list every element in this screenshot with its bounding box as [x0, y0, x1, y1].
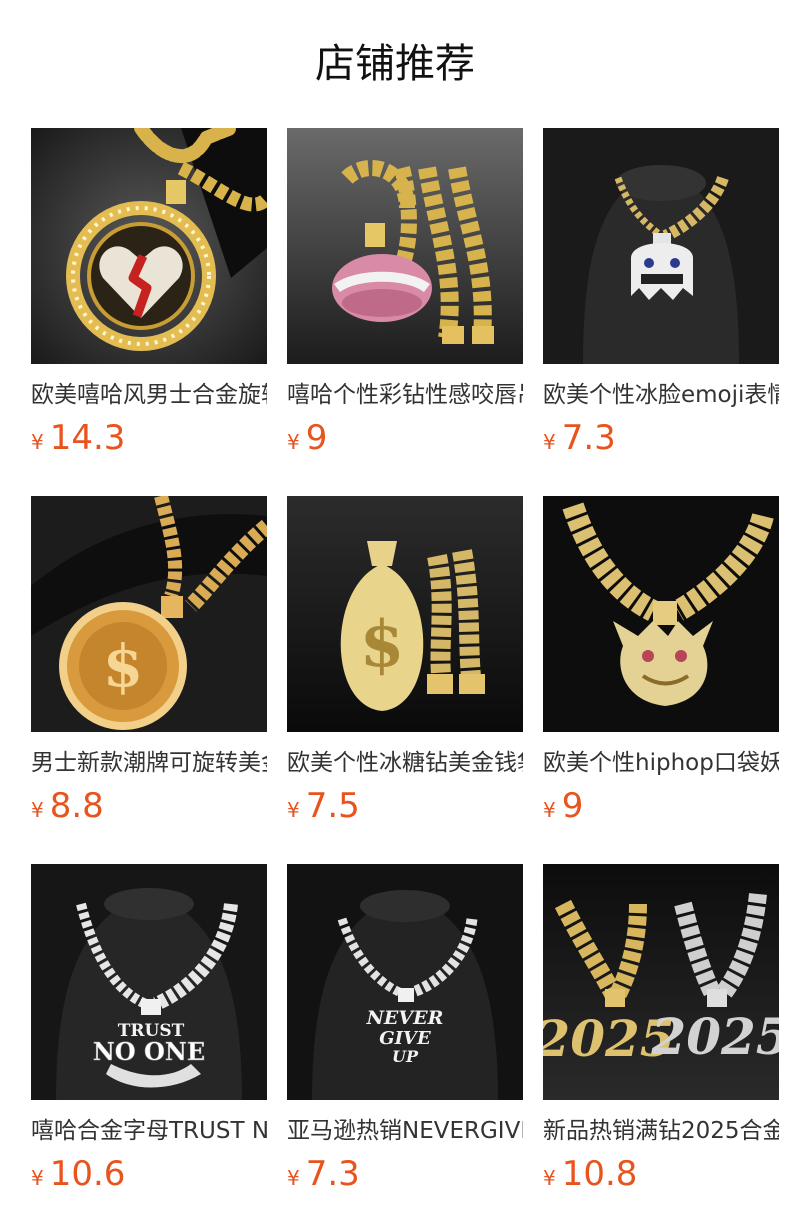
give-engraving: GIVE — [379, 1028, 431, 1049]
price-value: 7.3 — [305, 1154, 360, 1194]
product-name[interactable]: 男士新款潮牌可旋转美金符号吊坠 — [31, 746, 267, 780]
product-name[interactable]: 欧美嘻哈风男士合金旋转破碎心项链 — [31, 378, 267, 412]
product-card[interactable]: $ 欧美个性冰糖钻美金钱袋吊坠项链 ¥7.5 — [287, 496, 523, 864]
product-price: ¥7.3 — [287, 1152, 523, 1196]
currency-symbol: ¥ — [543, 1166, 556, 1190]
product-card[interactable]: TRUST NO ONE 嘻哈合金字母TRUST NO ONE吊坠项链 ¥10.… — [31, 864, 267, 1232]
price-value: 10.8 — [561, 1154, 638, 1194]
product-price: ¥7.3 — [543, 416, 779, 460]
product-card[interactable]: $ 男士新款潮牌可旋转美金符号吊坠 ¥8.8 — [31, 496, 267, 864]
currency-symbol: ¥ — [31, 430, 44, 454]
product-price: ¥8.8 — [31, 784, 267, 828]
svg-text:$: $ — [103, 632, 143, 700]
product-image-emoji-face[interactable] — [543, 128, 779, 364]
product-price: ¥10.6 — [31, 1152, 267, 1196]
currency-symbol: ¥ — [31, 798, 44, 822]
product-grid: 欧美嘻哈风男士合金旋转破碎心项链 ¥14.3 — [31, 128, 790, 1232]
product-image-never-give-up[interactable]: NEVER GIVE UP — [287, 864, 523, 1100]
product-price: ¥7.5 — [287, 784, 523, 828]
currency-symbol: ¥ — [287, 430, 300, 454]
price-value: 8.8 — [49, 786, 104, 826]
section-title: 店铺推荐 — [315, 41, 475, 87]
product-price: ¥9 — [287, 416, 523, 460]
product-image-gengar[interactable] — [543, 496, 779, 732]
product-price: ¥9 — [543, 784, 779, 828]
price-value: 10.6 — [49, 1154, 126, 1194]
product-price: ¥14.3 — [31, 416, 267, 460]
product-image-trust-no-one[interactable]: TRUST NO ONE — [31, 864, 267, 1100]
price-value: 9 — [305, 418, 328, 458]
product-name[interactable]: 新品热销满钻2025合金数字吊坠 — [543, 1114, 779, 1148]
product-card[interactable]: 欧美个性冰脸emoji表情吊坠项链 ¥7.3 — [543, 128, 779, 496]
product-image-money-bag[interactable]: $ — [287, 496, 523, 732]
product-card[interactable]: 2025 2025 新品热销满钻2025合金数字吊坠 ¥10.8 — [543, 864, 779, 1232]
currency-symbol: ¥ — [543, 798, 556, 822]
product-name[interactable]: 嘻哈个性彩钻性感咬唇吊坠项链 — [287, 378, 523, 412]
no-one-engraving: NO ONE — [93, 1037, 205, 1066]
product-name[interactable]: 欧美个性hiphop口袋妖怪吊坠项链 — [543, 746, 779, 780]
product-card[interactable]: 欧美个性hiphop口袋妖怪吊坠项链 ¥9 — [543, 496, 779, 864]
product-card[interactable]: 嘻哈个性彩钻性感咬唇吊坠项链 ¥9 — [287, 128, 523, 496]
product-image-2025[interactable]: 2025 2025 — [543, 864, 779, 1100]
product-card[interactable]: 欧美嘻哈风男士合金旋转破碎心项链 ¥14.3 — [31, 128, 267, 496]
silver-2025-engraving: 2025 — [650, 1007, 779, 1066]
currency-symbol: ¥ — [543, 430, 556, 454]
product-card[interactable]: NEVER GIVE UP 亚马逊热销NEVERGIVEUP字母吊坠 ¥7.3 — [287, 864, 523, 1232]
store-recommendation-page: 店铺推荐 欧美嘻哈风男士合金旋 ¥ 14.3 嘻哈个性彩钻性感咬唇 ¥ 9 欧美… — [0, 0, 790, 1232]
never-engraving: NEVER — [366, 1007, 444, 1029]
price-value: 7.3 — [561, 418, 616, 458]
product-name[interactable]: 亚马逊热销NEVERGIVEUP字母吊坠 — [287, 1114, 523, 1148]
currency-symbol: ¥ — [287, 1166, 300, 1190]
product-price: ¥10.8 — [543, 1152, 779, 1196]
product-name[interactable]: 欧美个性冰脸emoji表情吊坠项链 — [543, 378, 779, 412]
product-image-lips[interactable] — [287, 128, 523, 364]
currency-symbol: ¥ — [287, 798, 300, 822]
price-value: 14.3 — [49, 418, 126, 458]
currency-symbol: ¥ — [31, 1166, 44, 1190]
price-value: 9 — [561, 786, 584, 826]
svg-text:$: $ — [360, 607, 405, 682]
product-name[interactable]: 嘻哈合金字母TRUST NO ONE吊坠项链 — [31, 1114, 267, 1148]
up-engraving: UP — [392, 1047, 419, 1066]
price-value: 7.5 — [305, 786, 360, 826]
product-name[interactable]: 欧美个性冰糖钻美金钱袋吊坠项链 — [287, 746, 523, 780]
product-image-rotating-dollar[interactable]: $ — [31, 496, 267, 732]
product-image-broken-heart[interactable] — [31, 128, 267, 364]
